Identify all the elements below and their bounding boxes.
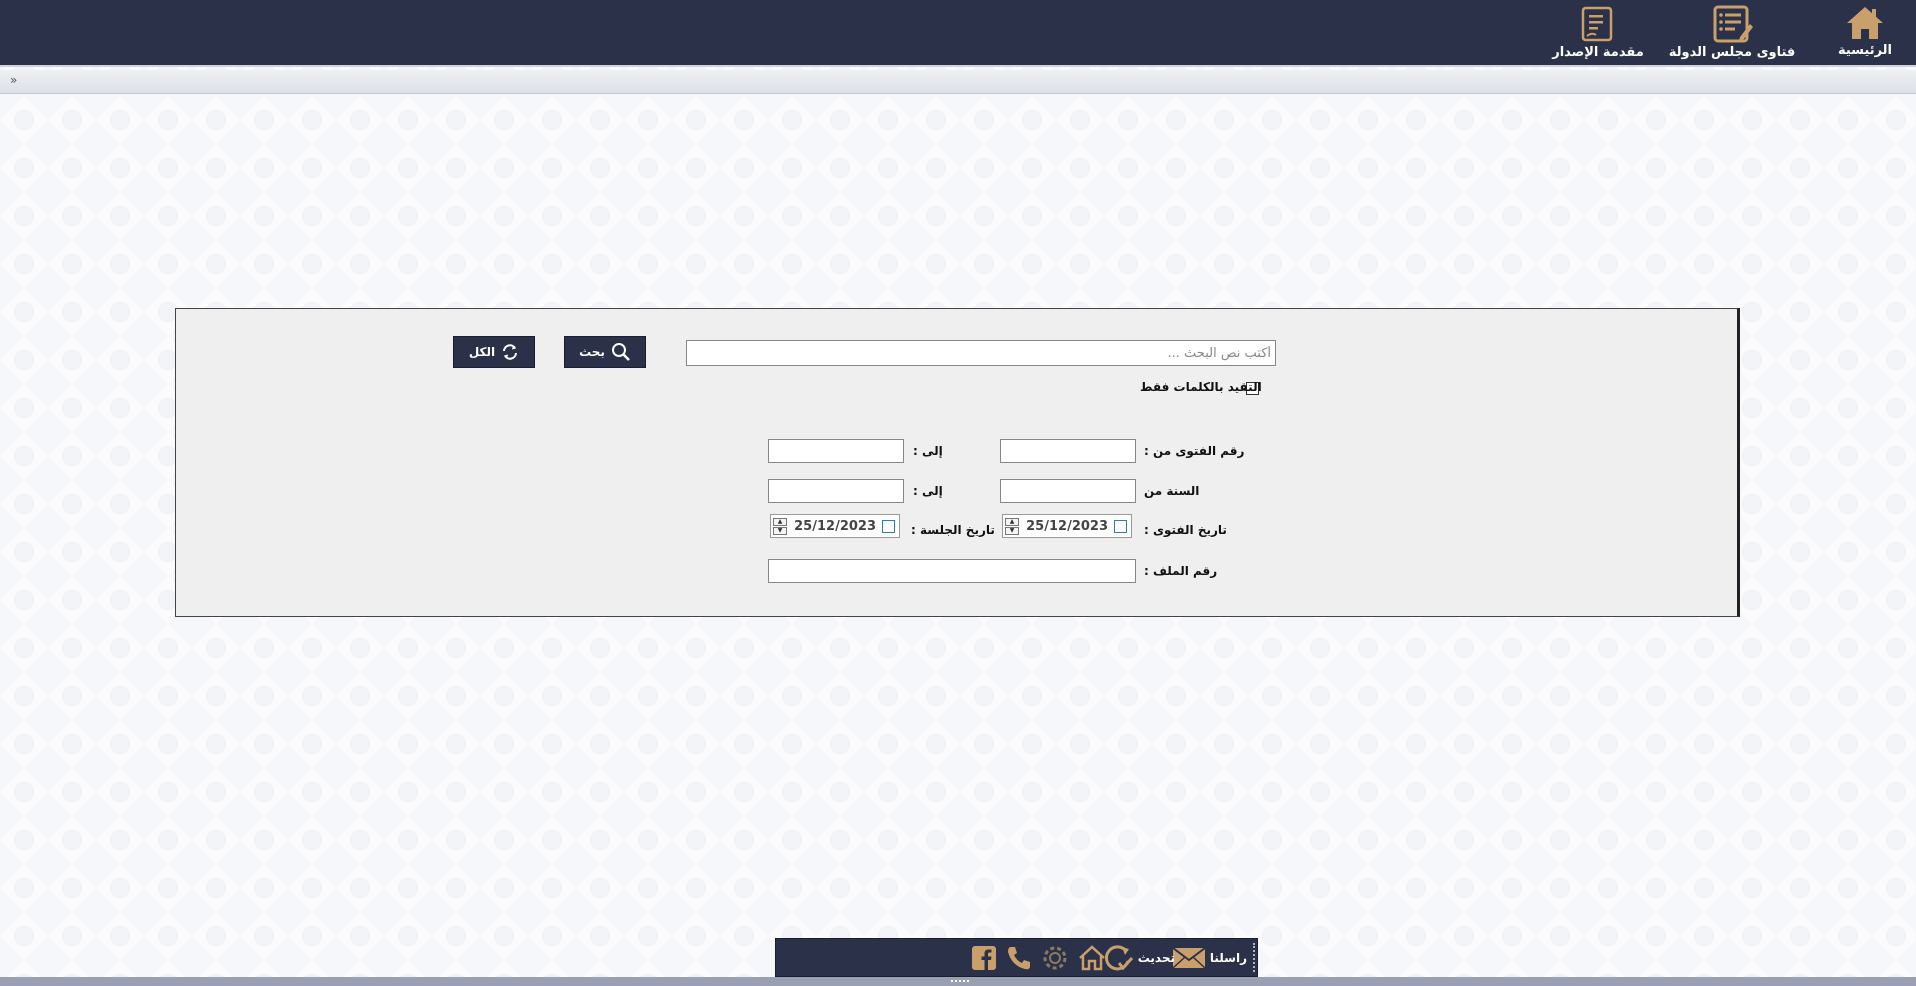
year-from-input[interactable] <box>1000 479 1136 503</box>
facebook-icon <box>972 946 996 970</box>
spin-up-icon[interactable]: ▲ <box>1005 517 1019 526</box>
fatwa-date-picker[interactable]: ▲ ▼ 25/12/2023 <box>1002 514 1132 538</box>
search-panel: بحث الكل التقيد بالكلمات فقط رقم الفتوى … <box>175 308 1740 617</box>
fatwa-date-value: 25/12/2023 <box>1026 518 1108 534</box>
fatwa-date-label: تاريخ الفتوى : <box>1144 523 1227 537</box>
year-to-input[interactable] <box>768 479 904 503</box>
home-outline-icon <box>1079 945 1105 971</box>
drag-handle[interactable] <box>1252 943 1255 972</box>
spin-up-icon[interactable]: ▲ <box>773 517 787 526</box>
exact-words-label: التقيد بالكلمات فقط <box>1140 380 1262 394</box>
sub-toolbar: » <box>0 70 1916 94</box>
mail-icon <box>1172 947 1206 969</box>
search-icon <box>611 343 630 361</box>
nav-intro[interactable]: مقدمة الإصدار <box>1550 4 1646 60</box>
fatwa-number-from-label: رقم الفتوى من : <box>1144 444 1245 458</box>
search-input[interactable] <box>686 340 1276 366</box>
settings-button[interactable] <box>1041 943 1069 973</box>
spin-down-icon[interactable]: ▼ <box>773 526 787 535</box>
session-date-spinner[interactable]: ▲ ▼ <box>773 516 787 536</box>
show-all-button[interactable]: الكل <box>453 336 535 368</box>
show-all-button-label: الكل <box>468 345 496 359</box>
contact-us-button[interactable]: راسلنا <box>1172 943 1247 973</box>
refresh-icon <box>503 344 518 360</box>
contact-us-label: راسلنا <box>1209 951 1247 965</box>
session-date-label: تاريخ الجلسة : <box>911 523 995 537</box>
home-icon <box>1847 7 1883 39</box>
refresh-button[interactable]: تحديث <box>1102 943 1175 973</box>
session-date-checkbox[interactable] <box>882 519 895 533</box>
bottom-toolbar: راسلنا تحديث <box>775 938 1258 977</box>
year-from-label: السنة من <box>1144 484 1200 498</box>
nav-fatawa-label: فتاوى مجلس الدولة <box>1668 45 1796 60</box>
session-date-value: 25/12/2023 <box>794 518 876 534</box>
gear-icon <box>1043 946 1067 970</box>
bottom-status-strip <box>0 977 1916 986</box>
document-edit-icon <box>1713 5 1753 43</box>
file-number-label: رقم الملف : <box>1144 564 1218 578</box>
nav-home-label: الرئيسية <box>1837 43 1893 58</box>
document-pen-icon <box>1581 6 1613 42</box>
session-date-picker[interactable]: ▲ ▼ 25/12/2023 <box>770 514 900 538</box>
search-button-label: بحث <box>579 345 605 359</box>
collapse-toggle[interactable]: » <box>10 73 17 87</box>
home-button[interactable] <box>1077 943 1107 973</box>
search-button[interactable]: بحث <box>564 336 646 368</box>
file-number-input[interactable] <box>768 559 1136 583</box>
fatwa-date-checkbox[interactable] <box>1114 519 1127 533</box>
fatwa-number-to-input[interactable] <box>768 439 904 463</box>
top-navigation-bar: الرئيسية فتاوى مجلس الدولة مقدمة الإصدار <box>0 0 1916 67</box>
phone-button[interactable] <box>1005 943 1033 973</box>
facebook-button[interactable] <box>971 943 997 973</box>
nav-home[interactable]: الرئيسية <box>1830 4 1900 58</box>
year-to-label: إلى : <box>913 484 943 498</box>
fatwa-number-to-label: إلى : <box>913 444 943 458</box>
nav-intro-label: مقدمة الإصدار <box>1552 45 1644 60</box>
resize-handle[interactable] <box>951 980 969 983</box>
spin-down-icon[interactable]: ▼ <box>1005 526 1019 535</box>
phone-icon <box>1008 947 1030 970</box>
refresh-label: تحديث <box>1137 951 1175 965</box>
fatwa-date-spinner[interactable]: ▲ ▼ <box>1005 516 1019 536</box>
fatwa-number-from-input[interactable] <box>1000 439 1136 463</box>
nav-fatawa[interactable]: فتاوى مجلس الدولة <box>1669 4 1795 60</box>
